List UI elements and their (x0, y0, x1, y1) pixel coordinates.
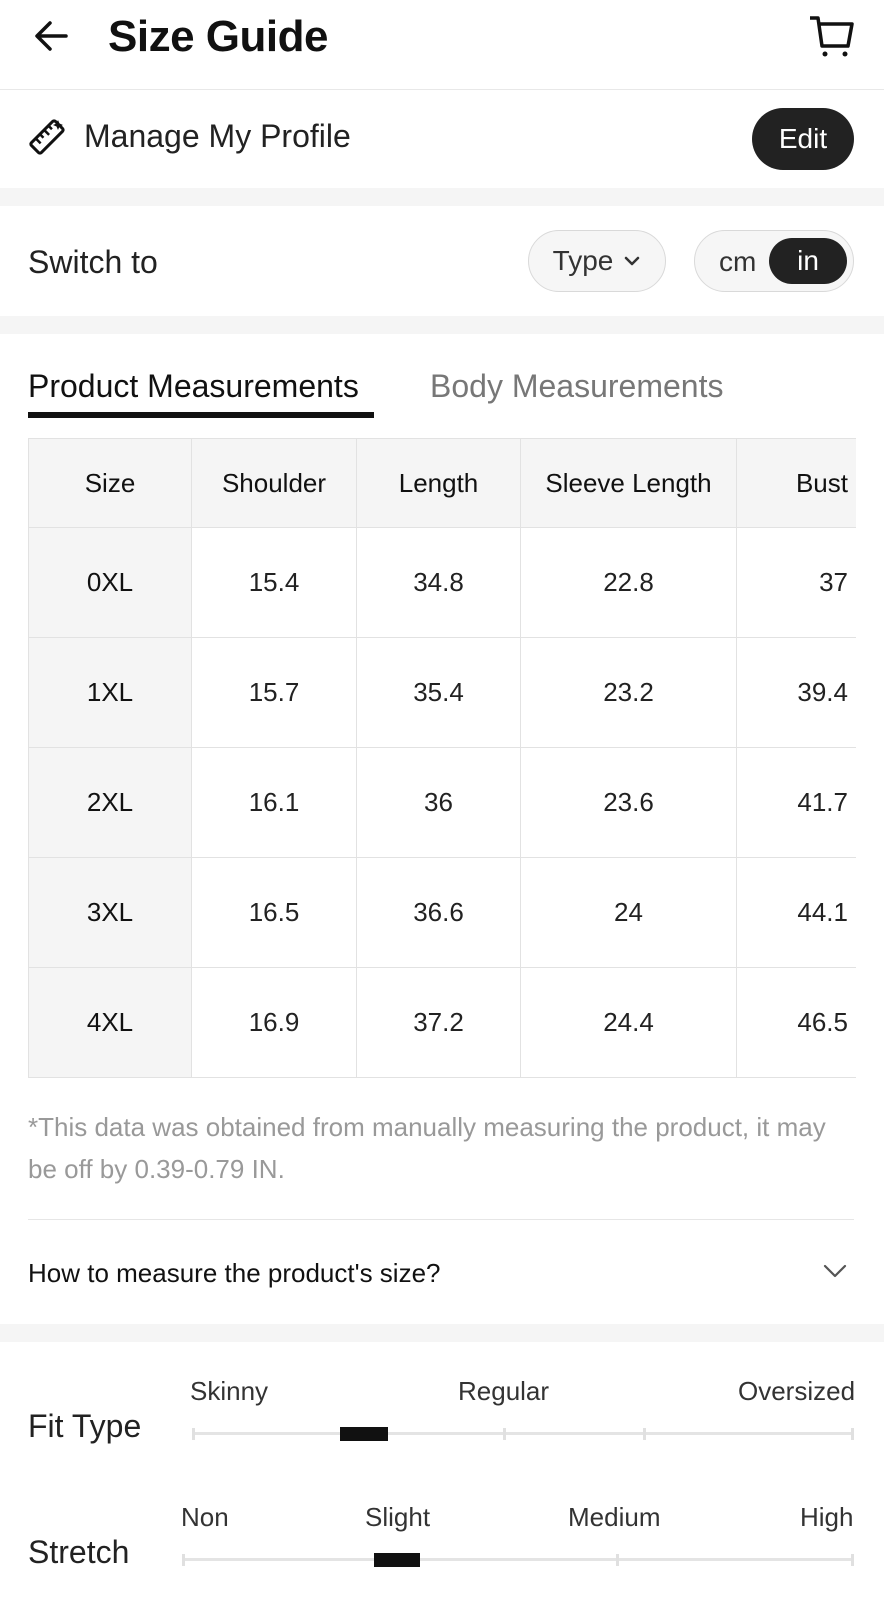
fit-label-regular: Regular (458, 1376, 550, 1406)
column-header: Length (356, 438, 521, 528)
stretch-label-high: High (800, 1502, 854, 1532)
column-header: Size (28, 438, 192, 528)
fit-tick (851, 1428, 854, 1440)
size-cell: 1XL (28, 637, 192, 748)
stretch-track (182, 1558, 854, 1561)
stretch-label-medium: Medium (568, 1502, 661, 1532)
type-dropdown[interactable]: Type (528, 230, 666, 292)
section-divider (0, 316, 884, 334)
chevron-down-icon (625, 256, 640, 266)
table-cell: 15.4 (191, 527, 357, 638)
stretch-label-non: Non (181, 1502, 229, 1532)
table-row: 2XL 16.1 36 23.6 41.7 (28, 747, 856, 858)
measurement-tabs: Product Measurements Body Measurements (0, 334, 884, 424)
table-cell: 37.2 (356, 967, 521, 1078)
size-cell: 3XL (28, 857, 192, 968)
unit-option-cm[interactable]: cm (719, 246, 756, 278)
column-header: Shoulder (191, 438, 357, 528)
fit-label-skinny: Skinny (190, 1376, 269, 1406)
size-cell: 4XL (28, 967, 192, 1078)
switch-label: Switch to (28, 244, 158, 280)
table-cell: 39.4 (736, 637, 856, 748)
type-dropdown-label: Type (552, 245, 614, 276)
edit-button[interactable]: Edit (752, 108, 854, 170)
arrow-left-icon[interactable] (30, 14, 74, 58)
size-table: Size Shoulder Length Sleeve Length Bust … (28, 438, 856, 1078)
manage-profile-row[interactable]: Manage My Profile Edit (0, 90, 884, 188)
table-cell: 23.6 (520, 747, 737, 858)
how-to-measure-label: How to measure the product's size? (28, 1258, 441, 1288)
fit-type-section: Fit Type Skinny Regular Oversized (0, 1342, 884, 1468)
table-cell: 22.8 (520, 527, 737, 638)
active-tab-indicator (28, 412, 374, 418)
tab-product-measurements[interactable]: Product Measurements (28, 368, 359, 405)
fit-type-indicator (340, 1427, 388, 1441)
size-cell: 2XL (28, 747, 192, 858)
table-cell: 34.8 (356, 527, 521, 638)
how-to-measure-row[interactable]: How to measure the product's size? (0, 1220, 884, 1324)
ruler-icon (29, 119, 65, 155)
table-row: 1XL 15.7 35.4 23.2 39.4 (28, 637, 856, 748)
unit-option-in[interactable]: in (769, 238, 847, 284)
column-header: Bust (736, 438, 856, 528)
stretch-title: Stretch (28, 1534, 130, 1570)
table-cell: 37 (736, 527, 856, 638)
table-cell: 36 (356, 747, 521, 858)
fit-type-title: Fit Type (28, 1408, 142, 1444)
table-cell: 35.4 (356, 637, 521, 748)
table-cell: 46.5 (736, 967, 856, 1078)
table-row: 0XL 15.4 34.8 22.8 37 (28, 527, 856, 638)
stretch-tick (616, 1554, 619, 1566)
section-divider (0, 1324, 884, 1342)
table-header-row: Size Shoulder Length Sleeve Length Bust (28, 438, 856, 528)
table-row: 4XL 16.9 37.2 24.4 46.5 (28, 967, 856, 1078)
stretch-section: Stretch Non Slight Medium High (0, 1468, 884, 1600)
size-cell: 0XL (28, 527, 192, 638)
table-row: 3XL 16.5 36.6 24 44.1 (28, 857, 856, 968)
section-divider (0, 188, 884, 206)
size-table-scroll[interactable]: Size Shoulder Length Sleeve Length Bust … (28, 438, 856, 1078)
table-cell: 16.5 (191, 857, 357, 968)
tab-body-measurements[interactable]: Body Measurements (430, 368, 723, 405)
table-cell: 15.7 (191, 637, 357, 748)
table-cell: 41.7 (736, 747, 856, 858)
table-cell: 16.9 (191, 967, 357, 1078)
app-header: Size Guide (0, 0, 884, 90)
stretch-tick (182, 1554, 185, 1566)
table-cell: 16.1 (191, 747, 357, 858)
switch-row: Switch to Type cm in (0, 206, 884, 316)
fit-tick (192, 1428, 195, 1440)
table-cell: 24.4 (520, 967, 737, 1078)
table-cell: 24 (520, 857, 737, 968)
fit-tick (503, 1428, 506, 1440)
stretch-tick (851, 1554, 854, 1566)
fit-label-oversized: Oversized (738, 1376, 856, 1406)
page-title: Size Guide (108, 12, 328, 61)
chevron-down-icon (823, 1264, 847, 1278)
stretch-label-slight: Slight (365, 1502, 431, 1532)
unit-toggle[interactable]: cm in (694, 230, 854, 292)
column-header: Sleeve Length (520, 438, 737, 528)
stretch-indicator (374, 1553, 420, 1567)
measurement-disclaimer: *This data was obtained from manually me… (28, 1112, 826, 1184)
manage-profile-label: Manage My Profile (84, 118, 351, 154)
table-cell: 36.6 (356, 857, 521, 968)
table-cell: 44.1 (736, 857, 856, 968)
table-cell: 23.2 (520, 637, 737, 748)
cart-icon[interactable] (808, 12, 856, 60)
fit-type-track (192, 1432, 854, 1435)
fit-tick (643, 1428, 646, 1440)
